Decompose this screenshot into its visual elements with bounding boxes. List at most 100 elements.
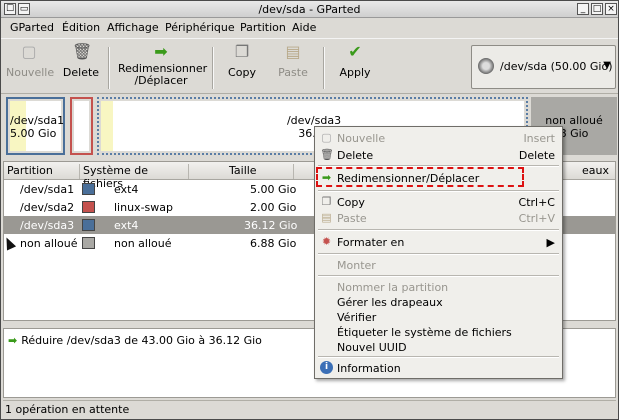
copy-icon: ❐ (234, 42, 250, 61)
ctx-information[interactable]: i Information (315, 359, 562, 377)
ctx-delete[interactable]: 🗑 Delete Delete (315, 146, 562, 164)
trash-icon: 🗑 (320, 148, 334, 161)
maximize-icon[interactable]: □ (591, 3, 603, 15)
device-selector[interactable]: /dev/sda (50.00 Gio) ▼ (471, 45, 616, 89)
row-fs: ext4 (114, 219, 139, 232)
toolbar-separator (108, 47, 110, 89)
row-partition: /dev/sda2 (20, 201, 75, 214)
row-fs: ext4 (114, 183, 139, 196)
ctx-delete-label: Delete (337, 149, 374, 162)
partition-context-menu: ▢ Nouvelle Insert 🗑 Delete Delete ➡ Redi… (314, 126, 563, 379)
toolbar-separator (212, 47, 214, 89)
ctx-mount[interactable]: Monter (315, 256, 562, 274)
title-bar: ☐ ▭ /dev/sda - GParted _ □ × (1, 1, 618, 18)
submenu-arrow-icon: ▶ (546, 236, 555, 249)
paste-button-label: Paste (278, 66, 308, 79)
status-text: 1 opération en attente (5, 403, 130, 416)
paste-icon: ▤ (285, 42, 301, 61)
row-fs: linux-swap (114, 201, 173, 214)
ctx-copy-label: Copy (337, 196, 365, 209)
new-button[interactable]: ▢ Nouvelle (6, 42, 55, 79)
delete-button-label: Delete (62, 66, 100, 79)
trash-icon: 🗑 (72, 42, 93, 61)
format-icon: ✹ (321, 235, 332, 248)
disk-part-sda1[interactable]: /dev/sda1 5.00 Gio (6, 97, 65, 155)
ctx-paste[interactable]: ▤ Paste Ctrl+V (315, 209, 562, 227)
ctx-paste-label: Paste (337, 212, 367, 225)
menu-separator (318, 253, 559, 255)
menu-device[interactable]: Périphérique (165, 21, 235, 34)
pending-operation-item[interactable]: ➡ Réduire /dev/sda3 de 43.00 Gio à 36.12 … (8, 334, 262, 347)
ctx-new-uuid-label: Nouvel UUID (337, 341, 407, 354)
ctx-information-label: Information (337, 362, 401, 375)
disk-part-sda2[interactable] (70, 97, 93, 155)
menu-edit[interactable]: Édition (62, 21, 100, 34)
disk-part-sda1-size: 5.00 Gio (10, 127, 57, 140)
ctx-new[interactable]: ▢ Nouvelle Insert (315, 129, 562, 147)
copy-icon: ❐ (321, 195, 332, 208)
copy-button[interactable]: ❐ Copy (225, 43, 259, 79)
fs-color-swatch (82, 183, 95, 195)
menu-separator (318, 190, 559, 192)
fs-color-swatch (82, 201, 95, 213)
paste-button[interactable]: ▤ Paste (275, 43, 311, 79)
ctx-paste-shortcut: Ctrl+V (518, 212, 555, 225)
toolbar-separator (323, 47, 325, 89)
menu-separator (318, 275, 559, 277)
col-partition[interactable]: Partition (4, 164, 80, 179)
minimize-icon[interactable]: _ (577, 3, 589, 15)
menu-help[interactable]: Aide (292, 21, 316, 34)
pending-operation-text: Réduire /dev/sda3 de 43.00 Gio à 36.12 G… (21, 334, 262, 347)
toolbar: ▢ Nouvelle 🗑 Delete ➡ Redimensionner /Dé… (1, 38, 618, 94)
ctx-copy-shortcut: Ctrl+C (518, 196, 555, 209)
ctx-format-label: Formater en (337, 236, 405, 249)
row-partition: /dev/sda3 (20, 219, 75, 232)
disk-part-unalloc-size: 8 Gio (559, 127, 589, 140)
dropdown-arrow-icon: ▼ (603, 60, 611, 71)
fs-color-swatch (82, 219, 95, 231)
row-fs: non alloué (114, 237, 172, 250)
new-button-label: Nouvelle (6, 66, 55, 79)
apply-button-label: Apply (339, 66, 371, 79)
menu-separator (318, 356, 559, 358)
row-size: 2.00 Gio (250, 201, 297, 214)
menu-partition[interactable]: Partition (240, 21, 286, 34)
menu-bar: GParted Édition Affichage Périphérique P… (1, 19, 618, 37)
gparted-window: ☐ ▭ /dev/sda - GParted _ □ × GParted Édi… (0, 0, 619, 420)
checkmark-icon: ✔ (348, 42, 362, 61)
menu-view[interactable]: Affichage (107, 21, 159, 34)
ctx-new-shortcut: Insert (523, 132, 555, 145)
resize-arrow-icon: ➡ (8, 334, 18, 347)
resize-move-button[interactable]: ➡ Redimensionner /Déplacer (118, 42, 207, 87)
menu-separator (318, 229, 559, 231)
status-bar: 1 opération en attente (3, 400, 616, 418)
window-title: /dev/sda - GParted (258, 3, 361, 16)
fs-color-swatch (82, 237, 95, 249)
close-icon[interactable]: × (605, 3, 617, 15)
col-filesystem[interactable]: Système de fichiers (80, 164, 189, 190)
ctx-new-label: Nouvelle (337, 132, 386, 145)
col-flags[interactable]: eaux (579, 164, 617, 179)
resize-label-line2: /Déplacer (134, 74, 188, 87)
row-partition: non alloué (20, 237, 78, 250)
new-partition-icon: ▢ (21, 42, 37, 61)
menu-gparted[interactable]: GParted (10, 21, 54, 34)
row-size: 6.88 Gio (250, 237, 297, 250)
apply-button[interactable]: ✔ Apply (337, 43, 373, 79)
ctx-format[interactable]: ✹ Formater en ▶ (315, 233, 562, 251)
ctx-mount-label: Monter (337, 259, 376, 272)
resize-arrow-icon: ➡ (154, 42, 168, 61)
ctx-delete-shortcut: Delete (518, 149, 555, 162)
delete-button[interactable]: 🗑 Delete (61, 43, 101, 79)
hard-disk-icon (478, 58, 494, 74)
ctx-new-uuid[interactable]: Nouvel UUID (315, 338, 562, 356)
device-label: /dev/sda (50.00 Gio) (500, 60, 613, 73)
info-icon: i (320, 361, 333, 374)
row-size: 36.12 Gio (244, 219, 298, 232)
row-size: 5.00 Gio (250, 183, 297, 196)
disk-part-sda1-name: /dev/sda1 (10, 114, 65, 127)
col-size[interactable]: Taille (189, 164, 294, 179)
copy-button-label: Copy (228, 66, 256, 79)
paste-icon: ▤ (321, 211, 332, 224)
new-partition-icon: ▢ (321, 131, 332, 144)
